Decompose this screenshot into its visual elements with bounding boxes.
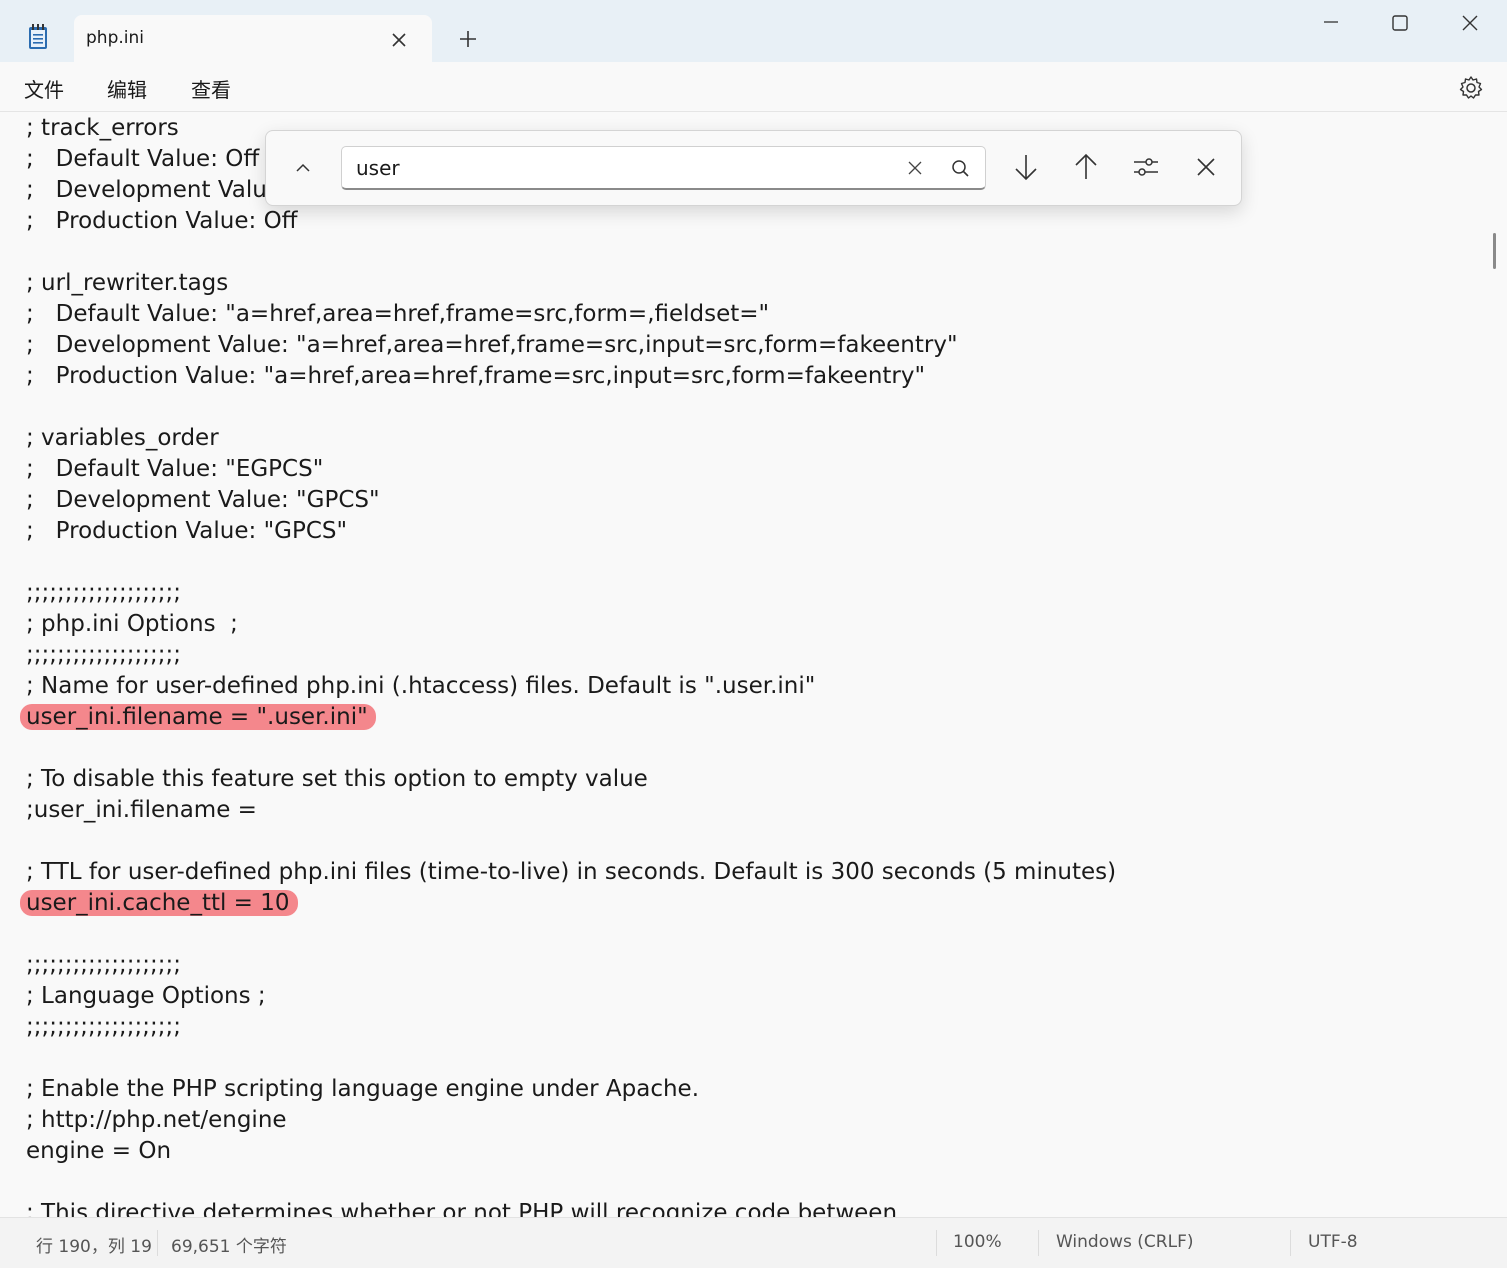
- menu-edit[interactable]: 编辑: [107, 74, 147, 103]
- tab-php-ini[interactable]: php.ini: [74, 15, 432, 63]
- line-text: ;;;;;;;;;;;;;;;;;;;;: [26, 580, 181, 606]
- line-ending[interactable]: Windows (CRLF): [1056, 1232, 1194, 1252]
- status-divider: [936, 1230, 937, 1256]
- line-text: ; url_rewriter.tags: [26, 270, 229, 296]
- line-text: ; To disable this feature set this optio…: [26, 766, 648, 792]
- toggle-replace-chevron-up-icon[interactable]: [288, 153, 318, 183]
- scrollbar-thumb[interactable]: [1493, 233, 1496, 269]
- line-text: ;;;;;;;;;;;;;;;;;;;;: [26, 952, 181, 978]
- find-next-arrow-down-icon[interactable]: [1008, 149, 1044, 185]
- editor-line: ; Enable the PHP scripting language engi…: [26, 1074, 699, 1105]
- editor-line: ; To disable this feature set this optio…: [26, 764, 648, 795]
- editor-line: ; http://php.net/engine: [26, 1105, 287, 1136]
- line-text: ; Production Value: "a=href,area=href,fr…: [26, 363, 926, 389]
- editor-line: ;user_ini.filename =: [26, 795, 257, 826]
- editor-line: ; This directive determines whether or n…: [26, 1198, 897, 1217]
- editor-line: ; Language Options ;: [26, 981, 266, 1012]
- line-text: ;user_ini.filename =: [26, 797, 257, 823]
- clear-search-icon[interactable]: [904, 157, 926, 179]
- status-divider: [1290, 1230, 1291, 1256]
- line-text: ; Production Value: Off: [26, 208, 298, 234]
- line-text: ; http://php.net/engine: [26, 1107, 287, 1133]
- line-text: ; track_errors: [26, 115, 179, 141]
- highlighted-match-line: user_ini.filename = ".user.ini": [20, 704, 376, 730]
- find-previous-arrow-up-icon[interactable]: [1068, 149, 1104, 185]
- editor-line: ; track_errors: [26, 113, 179, 144]
- line-text: ; Language Options ;: [26, 983, 266, 1009]
- editor-line: ; Default Value: "EGPCS": [26, 454, 323, 485]
- line-text: ;;;;;;;;;;;;;;;;;;;;: [26, 642, 181, 668]
- editor-line: ; Name for user-defined php.ini (.htacce…: [26, 671, 815, 702]
- status-bar: 行 190，列 19 69,651 个字符 100% Windows (CRLF…: [0, 1217, 1507, 1268]
- vertical-scrollbar[interactable]: [1490, 112, 1507, 1217]
- character-count: 69,651 个字符: [171, 1237, 287, 1257]
- line-text: ; variables_order: [26, 425, 219, 451]
- line-text: ; Name for user-defined php.ini (.htacce…: [26, 673, 816, 699]
- zoom-level[interactable]: 100%: [953, 1232, 1002, 1252]
- editor-line: ;;;;;;;;;;;;;;;;;;;;: [26, 1012, 181, 1043]
- editor-line: engine = On: [26, 1136, 171, 1167]
- line-text: ; This directive determines whether or n…: [26, 1200, 898, 1217]
- tab-title: php.ini: [86, 28, 144, 48]
- find-panel: [265, 130, 1242, 206]
- encoding[interactable]: UTF-8: [1308, 1232, 1358, 1252]
- editor-line: ;;;;;;;;;;;;;;;;;;;;: [26, 640, 181, 671]
- editor-line: ; Development Value: "a=href,area=href,f…: [26, 330, 958, 361]
- editor-line: ; variables_order: [26, 423, 219, 454]
- editor-line: ; Production Value: "GPCS": [26, 516, 347, 547]
- status-divider: [1038, 1230, 1039, 1256]
- highlighted-match-line: user_ini.cache_ttl = 10: [20, 890, 298, 916]
- editor-line: ; Default Value: "a=href,area=href,frame…: [26, 299, 769, 330]
- cursor-position: 行 190，列 19: [36, 1237, 152, 1257]
- title-bar: php.ini: [0, 0, 1507, 63]
- editor-line: ; Development Value: "GPCS": [26, 485, 380, 516]
- editor-line: ;;;;;;;;;;;;;;;;;;;;: [26, 578, 181, 609]
- editor-line: user_ini.cache_ttl = 10: [20, 888, 298, 919]
- minimize-icon[interactable]: [1308, 10, 1354, 38]
- text-editor-area[interactable]: ; track_errors ; Default Value: Off ; Deve…: [0, 112, 1490, 1217]
- editor-line: ;;;;;;;;;;;;;;;;;;;;: [26, 950, 181, 981]
- line-text: ; Development Value: "a=href,area=href,f…: [26, 332, 958, 358]
- editor-line: ; url_rewriter.tags: [26, 268, 228, 299]
- editor-line: ; Production Value: Off: [26, 206, 298, 237]
- find-options-sliders-icon[interactable]: [1128, 149, 1164, 185]
- new-tab-plus-icon[interactable]: [454, 25, 482, 53]
- line-text: engine = On: [26, 1138, 172, 1164]
- line-text: ; Default Value: Off: [26, 146, 260, 172]
- notepad-app-icon: [28, 24, 48, 50]
- editor-line: ; TTL for user-defined php.ini files (ti…: [26, 857, 1116, 888]
- menu-bar: 文件 编辑 查看: [0, 62, 1507, 112]
- line-text: ; Enable the PHP scripting language engi…: [26, 1076, 700, 1102]
- editor-line: ; php.ini Options ;: [26, 609, 238, 640]
- close-find-icon[interactable]: [1188, 149, 1224, 185]
- line-text: ;;;;;;;;;;;;;;;;;;;;: [26, 1014, 181, 1040]
- line-text: ; php.ini Options ;: [26, 611, 238, 637]
- menu-file[interactable]: 文件: [24, 74, 64, 103]
- editor-line: ; Production Value: "a=href,area=href,fr…: [26, 361, 925, 392]
- line-text: ; Development Value: "GPCS": [26, 487, 380, 513]
- editor-line: user_ini.filename = ".user.ini": [20, 702, 376, 733]
- maximize-icon[interactable]: [1377, 10, 1423, 38]
- search-icon[interactable]: [949, 157, 971, 179]
- find-input-box: [341, 146, 986, 190]
- window-close-icon[interactable]: [1447, 10, 1493, 38]
- menu-view[interactable]: 查看: [191, 74, 231, 103]
- line-text: ; Default Value: "EGPCS": [26, 456, 324, 482]
- line-text: ; Default Value: "a=href,area=href,frame…: [26, 301, 770, 327]
- close-tab-icon[interactable]: [386, 27, 412, 53]
- editor-line: ; Default Value: Off: [26, 144, 259, 175]
- line-text: ; TTL for user-defined php.ini files (ti…: [26, 859, 1117, 885]
- status-divider: [157, 1230, 158, 1256]
- line-text: ; Production Value: "GPCS": [26, 518, 348, 544]
- settings-gear-icon[interactable]: [1457, 74, 1485, 102]
- find-search-input[interactable]: [356, 155, 896, 181]
